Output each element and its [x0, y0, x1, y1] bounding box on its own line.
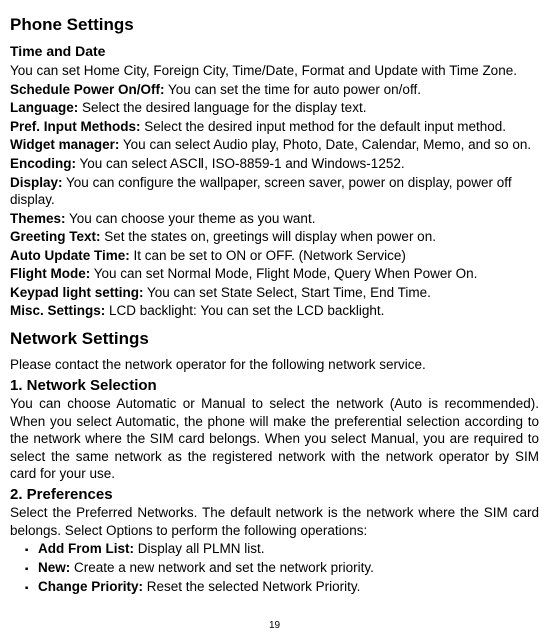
list-item: Change Priority: Reset the selected Netw…: [34, 578, 539, 596]
item-label: Change Priority:: [38, 579, 143, 594]
setting-line: Schedule Power On/Off: You can set the t…: [10, 81, 539, 99]
setting-label: Keypad light setting:: [10, 285, 144, 300]
network-selection-text: You can choose Automatic or Manual to se…: [10, 395, 539, 483]
setting-label: Misc. Settings:: [10, 303, 105, 318]
network-heading: Network Settings: [10, 328, 539, 350]
setting-line: Keypad light setting: You can set State …: [10, 284, 539, 302]
item-text: Reset the selected Network Priority.: [143, 579, 360, 594]
setting-text: LCD backlight: You can set the LCD backl…: [105, 303, 384, 318]
list-item: Add From List: Display all PLMN list.: [34, 540, 539, 558]
setting-label: Flight Mode:: [10, 266, 90, 281]
page-number: 19: [10, 619, 539, 632]
setting-line: Encoding: You can select ASCⅡ, ISO-8859-…: [10, 155, 539, 173]
setting-line: Auto Update Time: It can be set to ON or…: [10, 247, 539, 265]
setting-label: Pref. Input Methods:: [10, 119, 141, 134]
setting-text: Set the states on, greetings will displa…: [101, 229, 436, 244]
setting-label: Auto Update Time:: [10, 248, 130, 263]
page-title: Phone Settings: [10, 14, 539, 36]
setting-text: You can select ASCⅡ, ISO-8859-1 and Wind…: [76, 156, 405, 171]
setting-label: Widget manager:: [10, 137, 119, 152]
setting-text: You can set State Select, Start Time, En…: [144, 285, 431, 300]
setting-label: Language:: [10, 100, 78, 115]
setting-text: You can select Audio play, Photo, Date, …: [119, 137, 531, 152]
setting-line: Display: You can configure the wallpaper…: [10, 174, 539, 209]
setting-line: Widget manager: You can select Audio pla…: [10, 136, 539, 154]
setting-label: Encoding:: [10, 156, 76, 171]
list-item: New: Create a new network and set the ne…: [34, 559, 539, 577]
setting-line: Themes: You can choose your theme as you…: [10, 210, 539, 228]
setting-label: Themes:: [10, 211, 66, 226]
item-text: Display all PLMN list.: [134, 541, 265, 556]
setting-text: You can choose your theme as you want.: [66, 211, 316, 226]
item-label: New:: [38, 560, 70, 575]
setting-line: Flight Mode: You can set Normal Mode, Fl…: [10, 265, 539, 283]
setting-text: Select the desired input method for the …: [141, 119, 506, 134]
item-label: Add From List:: [38, 541, 134, 556]
setting-text: You can configure the wallpaper, screen …: [10, 175, 512, 208]
preferences-list: Add From List: Display all PLMN list. Ne…: [10, 540, 539, 595]
setting-text: Select the desired language for the disp…: [78, 100, 366, 115]
setting-line: Greeting Text: Set the states on, greeti…: [10, 228, 539, 246]
setting-line: Misc. Settings: LCD backlight: You can s…: [10, 302, 539, 320]
setting-label: Greeting Text:: [10, 229, 101, 244]
setting-text: You can set the time for auto power on/o…: [165, 82, 421, 97]
time-date-text: You can set Home City, Foreign City, Tim…: [10, 62, 539, 80]
setting-text: It can be set to ON or OFF. (Network Ser…: [130, 248, 406, 263]
setting-label: Display:: [10, 175, 63, 190]
time-date-heading: Time and Date: [10, 42, 539, 60]
network-selection-heading: 1. Network Selection: [10, 376, 539, 396]
setting-text: You can set Normal Mode, Flight Mode, Qu…: [90, 266, 477, 281]
network-intro: Please contact the network operator for …: [10, 356, 539, 374]
preferences-heading: 2. Preferences: [10, 485, 539, 505]
preferences-text: Select the Preferred Networks. The defau…: [10, 504, 539, 539]
setting-line: Pref. Input Methods: Select the desired …: [10, 118, 539, 136]
setting-label: Schedule Power On/Off:: [10, 82, 165, 97]
setting-line: Language: Select the desired language fo…: [10, 99, 539, 117]
item-text: Create a new network and set the network…: [70, 560, 374, 575]
